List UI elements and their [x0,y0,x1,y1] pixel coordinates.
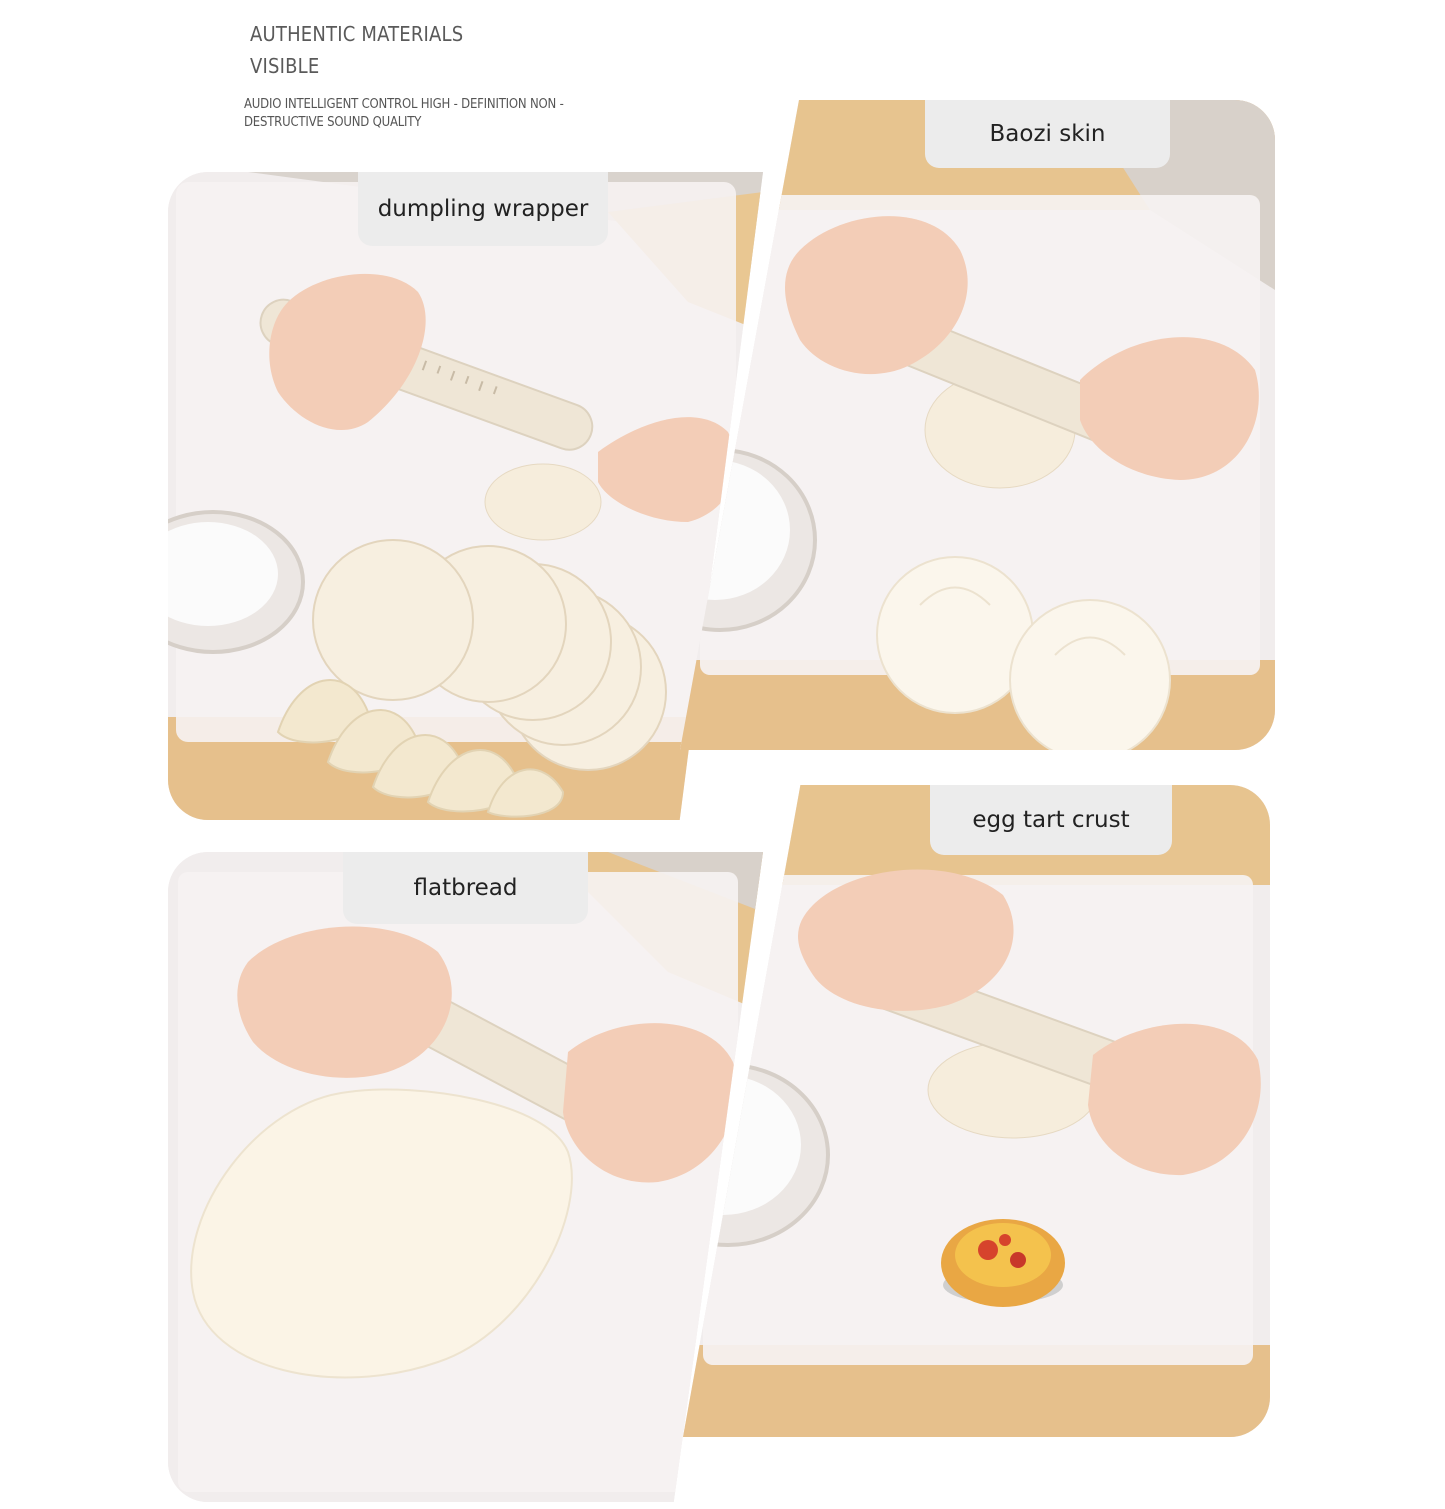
panel-label-egg-tart-crust: egg tart crust [930,785,1172,855]
header-title: AUTHENTIC MATERIALS VISIBLE [250,18,463,82]
panel-label-dumpling-wrapper: dumpling wrapper [358,172,608,246]
flatbread-photo [168,852,763,1502]
panel-label-flatbread: flatbread [343,852,588,924]
baozi-skin-photo [680,100,1275,750]
panel-dumpling-wrapper: dumpling wrapper [168,172,763,820]
header-subtitle: AUDIO INTELLIGENT CONTROL HIGH - DEFINIT… [244,96,604,132]
header-subtitle-line1: AUDIO INTELLIGENT CONTROL HIGH - DEFINIT… [244,97,564,112]
panel-egg-tart-crust: egg tart crust [683,785,1270,1437]
header-subtitle-line2: DESTRUCTIVE SOUND QUALITY [244,115,422,130]
egg-tart-crust-photo [683,785,1270,1437]
page: AUTHENTIC MATERIALS VISIBLE AUDIO INTELL… [0,0,1445,1509]
panel-baozi-skin: Baozi skin [680,100,1275,750]
header-title-line2: VISIBLE [250,54,320,78]
panel-label-baozi-skin: Baozi skin [925,100,1170,168]
dumpling-wrapper-photo [168,172,763,820]
header-title-line1: AUTHENTIC MATERIALS [250,22,464,46]
panel-flatbread: flatbread [168,852,763,1502]
